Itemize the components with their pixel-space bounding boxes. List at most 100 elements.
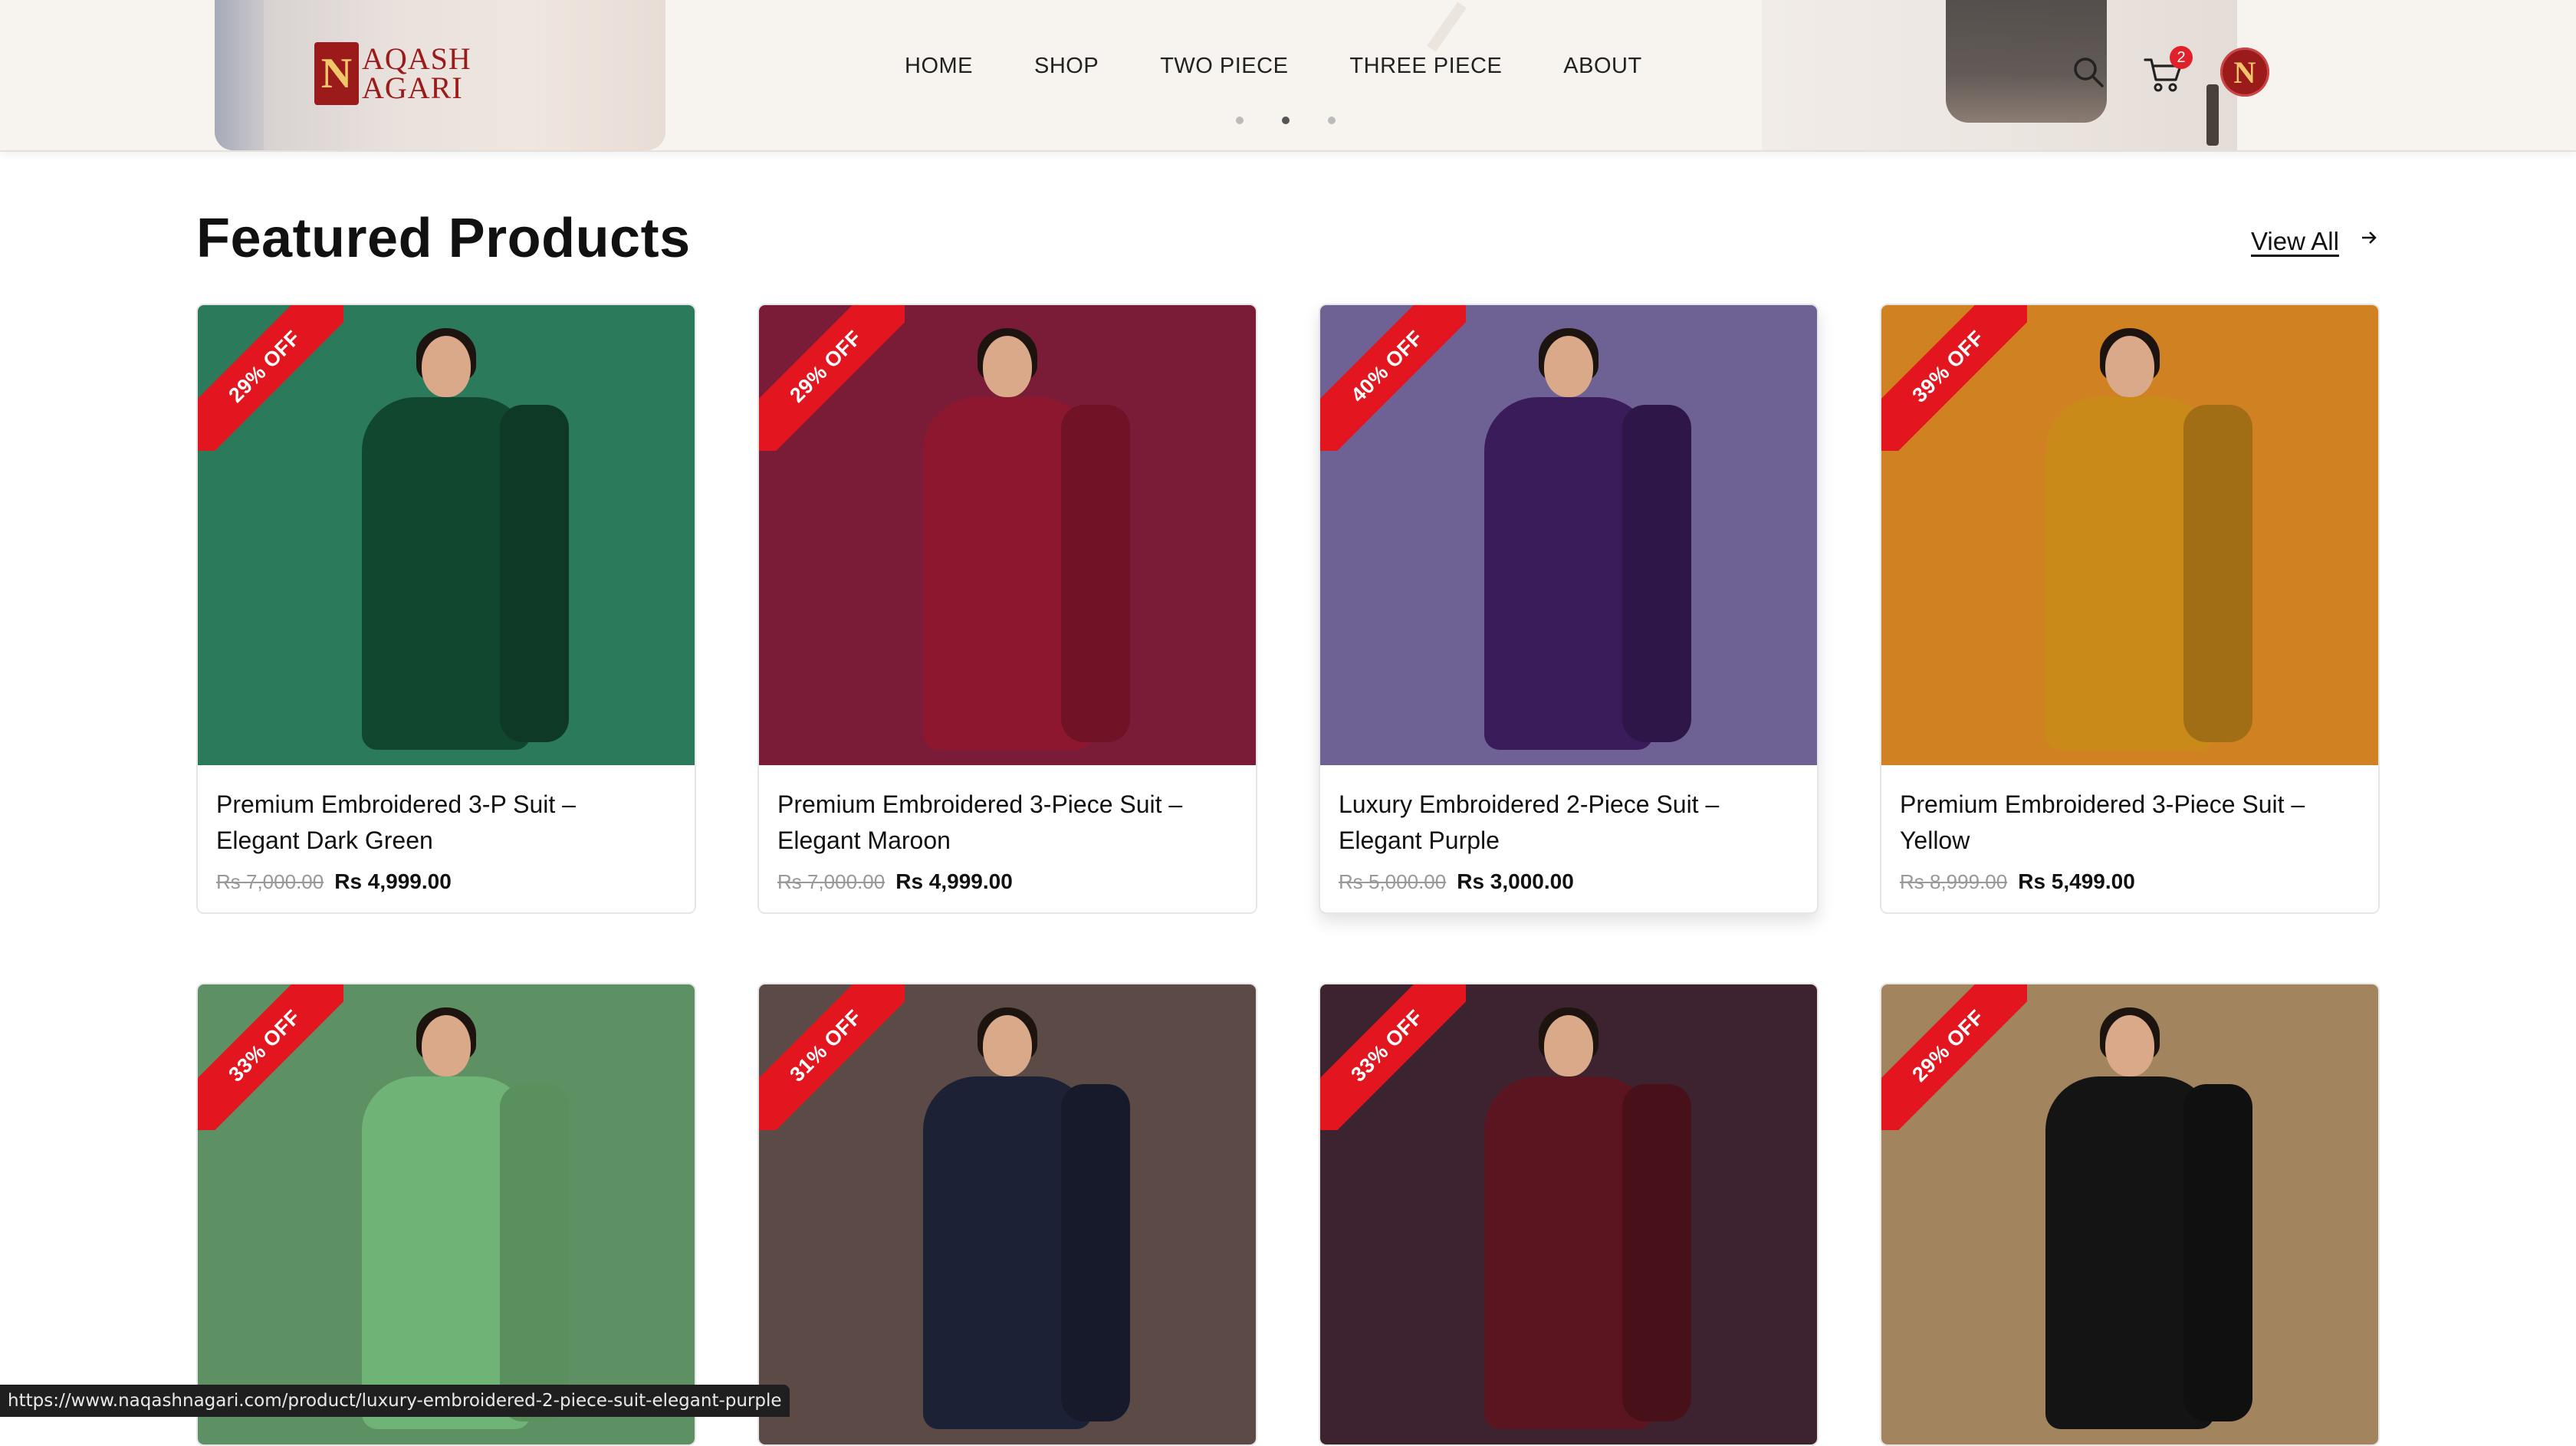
discount-label: 33% OFF [1320,984,1466,1130]
product-title-line: Premium Embroidered 3-Piece Suit – [777,790,1183,818]
section-title: Featured Products [196,208,691,269]
old-price: Rs 8,999.00 [1900,870,2008,893]
product-image[interactable]: 40% OFF [1320,305,1817,765]
model-head [2105,336,2154,397]
product-card[interactable]: 39% OFF Premium Embroidered 3-Piece Suit… [1880,304,2380,914]
product-image[interactable]: 33% OFF [198,984,695,1444]
product-title[interactable]: Premium Embroidered 3-P Suit – Elegant D… [216,787,676,860]
arrow-right-icon[interactable] [2360,228,2378,247]
product-image[interactable]: 29% OFF [759,305,1256,765]
nav-two-piece[interactable]: TWO PIECE [1160,54,1288,79]
product-title[interactable]: Premium Embroidered 3-Piece Suit – Yello… [1900,787,2360,860]
model-dupatta [1622,1084,1691,1421]
model-head [983,1015,1032,1076]
product-info: Premium Embroidered 3-Piece Suit – Elega… [759,765,1256,912]
product-card[interactable]: 29% OFF [1880,983,2380,1446]
discount-ribbon: 29% OFF [1881,984,2027,1130]
product-image[interactable]: 29% OFF [1881,984,2378,1444]
model-dupatta [1061,405,1130,742]
discount-ribbon: 33% OFF [198,984,343,1130]
product-image[interactable]: 39% OFF [1881,305,2378,765]
search-icon[interactable] [2072,55,2105,89]
discount-label: 29% OFF [198,305,343,451]
product-title[interactable]: Premium Embroidered 3-Piece Suit – Elega… [777,787,1237,860]
old-price: Rs 7,000.00 [216,870,324,893]
discount-label: 39% OFF [1881,305,2027,451]
discount-ribbon: 39% OFF [1881,305,2027,451]
discount-label: 29% OFF [1881,984,2027,1130]
discount-label: 33% OFF [198,984,343,1130]
product-card[interactable]: 33% OFF [1319,983,1819,1446]
discount-ribbon: 29% OFF [759,305,905,451]
model-head [422,336,471,397]
discount-ribbon: 33% OFF [1320,984,1466,1130]
price-row: Rs 5,000.00 Rs 3,000.00 [1339,869,1799,894]
price-row: Rs 8,999.00 Rs 5,499.00 [1900,869,2360,894]
product-title-line: Yellow [1900,827,1970,854]
logo-wordmark: AQASH AGARI [362,41,472,104]
account-avatar[interactable]: N [2220,48,2269,97]
carousel-dots [1236,117,1336,124]
model-head [2105,1015,2154,1076]
product-title-line: Elegant Purple [1339,827,1500,854]
model-dupatta [2183,405,2252,742]
hero-decor [1427,2,1467,52]
model-dupatta [500,405,569,742]
hero-tassel [2206,84,2219,146]
model-dupatta [2183,1084,2252,1421]
carousel-dot-active[interactable] [1282,117,1290,124]
nav-home[interactable]: HOME [905,54,973,79]
nav-three-piece[interactable]: THREE PIECE [1349,54,1502,79]
product-card[interactable]: 29% OFF Premium Embroidered 3-Piece Suit… [757,304,1257,914]
product-title-line: Premium Embroidered 3-P Suit – [216,790,576,818]
price-row: Rs 7,000.00 Rs 4,999.00 [777,869,1237,894]
product-title-line: Elegant Maroon [777,827,951,854]
product-info: Premium Embroidered 3-P Suit – Elegant D… [198,765,695,912]
product-card[interactable]: 29% OFF Premium Embroidered 3-P Suit – E… [196,304,696,914]
product-image[interactable]: 31% OFF [759,984,1256,1444]
model-dupatta [500,1084,569,1421]
hero-fabric [215,0,264,150]
nav-shop[interactable]: SHOP [1034,54,1099,79]
model-dupatta [1061,1084,1130,1421]
link-status-bar: https://www.naqashnagari.com/product/lux… [0,1385,790,1417]
cart-count-badge: 2 [2170,46,2193,69]
discount-label: 29% OFF [759,305,905,451]
discount-label: 31% OFF [759,984,905,1130]
model-head [422,1015,471,1076]
brand-logo[interactable]: N AQASH AGARI [314,41,475,106]
discount-ribbon: 29% OFF [198,305,343,451]
product-image[interactable]: 29% OFF [198,305,695,765]
discount-ribbon: 40% OFF [1320,305,1466,451]
carousel-dot[interactable] [1328,117,1336,124]
product-card-hovered[interactable]: 40% OFF Luxury Embroidered 2-Piece Suit … [1319,304,1819,914]
sale-price: Rs 4,999.00 [895,869,1013,893]
logo-line-1: AQASH [362,41,472,76]
model-head [983,336,1032,397]
model-dupatta [1622,405,1691,742]
product-title-line: Premium Embroidered 3-Piece Suit – [1900,790,2305,818]
site-header: N AQASH AGARI HOME SHOP TWO PIECE THREE … [0,0,2576,152]
sale-price: Rs 4,999.00 [334,869,452,893]
sale-price: Rs 5,499.00 [2018,869,2135,893]
product-info: Premium Embroidered 3-Piece Suit – Yello… [1881,765,2378,912]
product-image[interactable]: 33% OFF [1320,984,1817,1444]
logo-mark: N [314,42,359,105]
product-title-line: Elegant Dark Green [216,827,433,854]
model-head [1544,336,1593,397]
old-price: Rs 5,000.00 [1339,870,1447,893]
sale-price: Rs 3,000.00 [1457,869,1574,893]
discount-label: 40% OFF [1320,305,1466,451]
product-title-line: Luxury Embroidered 2-Piece Suit – [1339,790,1720,818]
price-row: Rs 7,000.00 Rs 4,999.00 [216,869,676,894]
nav-about[interactable]: ABOUT [1563,54,1641,79]
old-price: Rs 7,000.00 [777,870,886,893]
product-card[interactable]: 33% OFF [196,983,696,1446]
product-title[interactable]: Luxury Embroidered 2-Piece Suit – Elegan… [1339,787,1799,860]
model-head [1544,1015,1593,1076]
product-card[interactable]: 31% OFF [757,983,1257,1446]
view-all-link[interactable]: View All [2251,227,2339,256]
carousel-dot[interactable] [1236,117,1244,124]
discount-ribbon: 31% OFF [759,984,905,1130]
product-info: Luxury Embroidered 2-Piece Suit – Elegan… [1320,765,1817,912]
